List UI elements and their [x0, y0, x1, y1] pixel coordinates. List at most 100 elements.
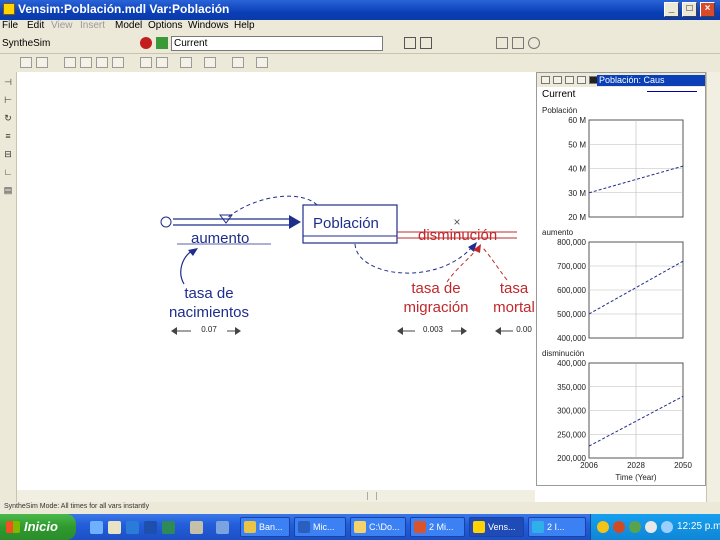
task-do[interactable]: C:\Do...	[350, 517, 406, 537]
windows-flag-icon	[6, 521, 20, 533]
mortality-rate-label[interactable]: tasa mortal	[489, 279, 535, 317]
status-bar: SyntheSim Mode: All times for all vars i…	[0, 502, 720, 514]
minimize-button[interactable]: _	[664, 2, 679, 17]
sketch-comment-icon[interactable]	[180, 57, 192, 68]
ql-extra-icon[interactable]	[216, 521, 229, 534]
strip-ytick-0-1: 50 M	[568, 140, 586, 149]
rate-icon[interactable]	[112, 57, 124, 68]
menu-insert[interactable]: Insert	[80, 20, 105, 31]
menu-windows[interactable]: Windows	[188, 20, 229, 31]
equations-icon[interactable]	[232, 57, 244, 68]
strip-title-0: Población	[542, 106, 577, 115]
strip-ytick-2-3: 250,000	[557, 430, 586, 439]
ql-desktop-icon[interactable]	[90, 521, 103, 534]
strip-xtick-2: 2050	[674, 461, 692, 470]
window-title: Vensim:Población.mdl Var:Población	[18, 2, 230, 16]
menu-model[interactable]: Model	[115, 20, 142, 31]
menu-view[interactable]: View	[51, 20, 73, 31]
arrow-tool-icon[interactable]	[96, 57, 108, 68]
birth-rate-to-inflow-arrow	[180, 249, 194, 285]
sensitivity-icon[interactable]	[512, 37, 524, 49]
close-button[interactable]: ×	[700, 2, 715, 17]
scroll-thumb[interactable]	[367, 492, 377, 500]
input-output-icon[interactable]	[156, 57, 168, 68]
migration-rate-label[interactable]: tasa de migración	[391, 279, 481, 317]
run-name-input[interactable]: Current	[171, 36, 383, 51]
causes-strip-window: Población: Caus Current Población 60 M 50 …	[536, 72, 706, 486]
maximize-button[interactable]: □	[682, 2, 697, 17]
tray-security-icon[interactable]	[597, 521, 609, 533]
task-i[interactable]: 2 I...	[528, 517, 586, 537]
tray-antivirus-icon[interactable]	[613, 521, 625, 533]
strip-xtick-0: 2006	[580, 461, 598, 470]
simulation-toolbar: SyntheSim Current	[0, 34, 720, 54]
grid-icon[interactable]	[404, 37, 416, 49]
ql-word-icon[interactable]	[144, 521, 157, 534]
strip-ytick-2-2: 300,000	[557, 407, 586, 416]
box-variable-icon[interactable]	[80, 57, 92, 68]
strip-ytick-1-0: 800,000	[557, 238, 586, 247]
menu-bar: File Edit View Insert Model Options Wind…	[0, 20, 720, 34]
table-time-icon[interactable]: ▤	[3, 184, 13, 196]
mortality-to-outflow-arrow	[482, 247, 508, 281]
outflow-label[interactable]: disminución	[418, 227, 497, 244]
menu-edit[interactable]: Edit	[27, 20, 44, 31]
title-bar: Vensim:Población.mdl Var:Población _ □ ×	[0, 0, 720, 20]
strip-ytick-1-4: 400,000	[557, 334, 586, 343]
stop-icon[interactable]	[140, 37, 152, 49]
vensim-app-icon	[3, 3, 15, 15]
task-ban[interactable]: Ban...	[240, 517, 290, 537]
strip-title-1: aumento	[542, 228, 574, 237]
task-vensim[interactable]: Vens...	[469, 517, 524, 537]
reference-mode-icon[interactable]	[256, 57, 268, 68]
inflow-pipe	[173, 214, 301, 229]
clock-icon[interactable]	[528, 37, 540, 49]
variable-icon[interactable]	[64, 57, 76, 68]
birth-rate-label[interactable]: tasa de nacimientos	[157, 284, 261, 322]
ql-explorer-icon[interactable]	[108, 521, 121, 534]
start-button[interactable]: Inicio	[0, 514, 76, 540]
tray-messenger-icon[interactable]	[661, 521, 673, 533]
stock-to-outflow-arrow	[354, 243, 473, 274]
task-mic[interactable]: Mic...	[294, 517, 346, 537]
strip-ytick-0-2: 40 M	[568, 165, 586, 174]
table-icon[interactable]	[420, 37, 432, 49]
sketch-canvas[interactable]: × Población aumento disminución tasa de …	[17, 72, 535, 502]
horizontal-scrollbar[interactable]	[17, 490, 535, 502]
uses-tree-icon[interactable]: ⊢	[3, 94, 13, 106]
strip-ytick-1-3: 500,000	[557, 310, 586, 319]
source-cloud	[160, 216, 172, 228]
run-icon[interactable]	[156, 37, 168, 49]
strip-title-2: disminución	[542, 349, 584, 358]
strip-ytick-0-0: 60 M	[568, 116, 586, 125]
causes-tree-icon[interactable]: ⊣	[3, 76, 13, 88]
hand-icon[interactable]	[36, 57, 48, 68]
shadow-variable-icon[interactable]	[140, 57, 152, 68]
document-icon[interactable]: ≡	[3, 130, 13, 142]
lock-icon[interactable]	[20, 57, 32, 68]
tray-volume-icon[interactable]	[645, 521, 657, 533]
ql-ie-icon[interactable]	[126, 521, 139, 534]
graph-icon[interactable]: ∟	[3, 166, 13, 178]
ql-excel-icon[interactable]	[162, 521, 175, 534]
causes-strip-icon[interactable]: ⊟	[3, 148, 13, 160]
stock-label[interactable]: Población	[313, 215, 379, 232]
ql-show-more-icon[interactable]	[190, 521, 203, 534]
menu-options[interactable]: Options	[148, 20, 182, 31]
sketch-toolbar	[0, 54, 720, 72]
strip-ytick-0-3: 30 M	[568, 189, 586, 198]
delete-icon[interactable]	[204, 57, 216, 68]
strip-ytick-1-1: 700,000	[557, 262, 586, 271]
tray-network-icon[interactable]	[629, 521, 641, 533]
migration-slider-value: 0.003	[415, 325, 451, 334]
strip-ytick-1-2: 600,000	[557, 286, 586, 295]
menu-help[interactable]: Help	[234, 20, 255, 31]
sim-mode-label: SyntheSim	[2, 38, 51, 49]
inflow-label[interactable]: aumento	[191, 230, 249, 247]
menu-file[interactable]: File	[2, 20, 18, 31]
taskbar: Inicio Ban... Mic... C:\Do... 2 Mi... Ve…	[0, 514, 720, 540]
graph-vertical-scrollbar[interactable]	[706, 72, 720, 502]
task-mi[interactable]: 2 Mi...	[410, 517, 465, 537]
loops-icon[interactable]: ↻	[3, 112, 13, 124]
dataset-icon[interactable]	[496, 37, 508, 49]
